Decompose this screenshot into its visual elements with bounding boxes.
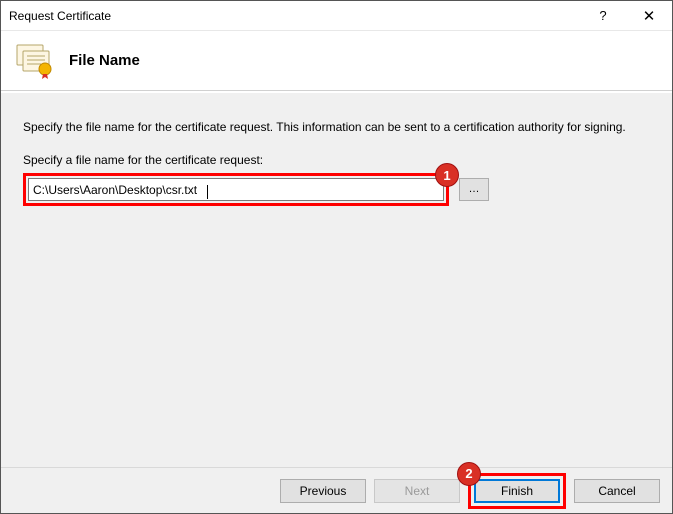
text-caret <box>207 185 208 199</box>
annotation-highlight-1: 1 <box>23 173 449 206</box>
next-button: Next <box>374 479 460 503</box>
wizard-header: File Name <box>1 31 672 91</box>
page-title: File Name <box>69 52 140 69</box>
annotation-highlight-2: 2 Finish <box>468 473 566 509</box>
finish-button[interactable]: Finish <box>474 479 560 503</box>
certificate-icon <box>15 43 59 79</box>
description-text: Specify the file name for the certificat… <box>23 119 650 135</box>
window-controls: ? ✕ <box>580 1 672 30</box>
wizard-footer: Previous Next 2 Finish Cancel <box>1 467 672 513</box>
close-button[interactable]: ✕ <box>626 1 672 30</box>
path-label: Specify a file name for the certificate … <box>23 153 650 167</box>
annotation-marker-2: 2 <box>457 462 481 486</box>
title-bar: Request Certificate ? ✕ <box>1 1 672 31</box>
previous-button[interactable]: Previous <box>280 479 366 503</box>
file-path-input[interactable] <box>28 178 444 201</box>
annotation-marker-1: 1 <box>435 163 459 187</box>
window-title: Request Certificate <box>9 9 580 23</box>
browse-button[interactable]: … <box>459 178 489 201</box>
content-area: Specify the file name for the certificat… <box>1 92 672 467</box>
cancel-button[interactable]: Cancel <box>574 479 660 503</box>
help-button[interactable]: ? <box>580 1 626 30</box>
